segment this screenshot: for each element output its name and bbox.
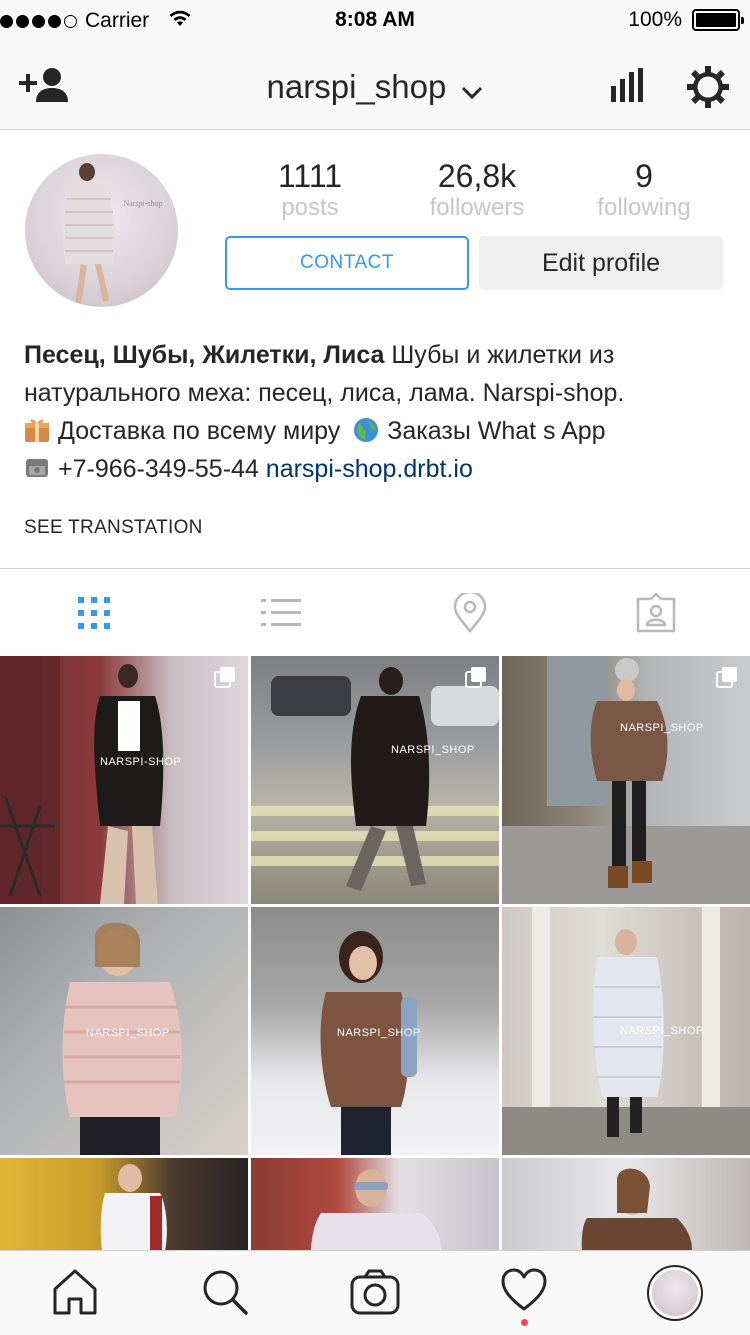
following-label: following xyxy=(597,194,691,221)
chevron-down-icon xyxy=(461,70,483,108)
profile-avatar[interactable]: Narspi-shop xyxy=(25,154,178,307)
photo-watermark: NARSPI_SHOP xyxy=(620,722,704,734)
photo-watermark: NARSPI_SHOP xyxy=(620,1025,704,1037)
telephone-icon xyxy=(24,454,50,480)
bottom-tab-bar xyxy=(0,1250,750,1335)
insights-icon[interactable] xyxy=(610,68,646,107)
posts-count[interactable]: 1111 posts xyxy=(240,158,380,222)
post-tile[interactable]: NARSPI-SHOP xyxy=(0,656,248,904)
bio-line-1: Песец, Шубы, Жилетки, Лиса Шубы и жилетк… xyxy=(24,336,724,374)
profile-tab-avatar[interactable] xyxy=(647,1265,703,1321)
status-right: 100% xyxy=(628,8,744,32)
home-icon[interactable] xyxy=(50,1267,100,1322)
profile-view-tabs xyxy=(0,568,750,656)
photo-watermark: NARSPI-SHOP xyxy=(100,756,182,768)
heart-icon[interactable] xyxy=(500,1267,548,1318)
posts-number: 1111 xyxy=(277,158,343,194)
username-title: narspi_shop xyxy=(266,68,447,105)
followers-number: 26,8k xyxy=(437,158,517,194)
bio-website-link[interactable]: narspi-shop.drbt.io xyxy=(266,455,473,483)
multiple-photos-icon xyxy=(716,666,738,693)
contact-button[interactable]: CONTACT xyxy=(225,236,469,290)
search-icon[interactable] xyxy=(200,1267,250,1322)
profile-bio: Песец, Шубы, Жилетки, Лиса Шубы и жилетк… xyxy=(24,336,724,488)
followers-label: followers xyxy=(429,194,525,221)
grid-view-icon[interactable] xyxy=(74,593,114,633)
status-bar: Carrier 8:08 AM 100% xyxy=(0,0,750,40)
see-translation-link[interactable]: SEE TRANSTATION xyxy=(24,517,203,539)
bio-line-4: +7-966-349-55-44 narspi-shop.drbt.io xyxy=(24,450,724,488)
notification-dot xyxy=(521,1319,528,1326)
post-tile[interactable] xyxy=(502,1158,750,1250)
profile-nav-bar: narspi_shop xyxy=(0,40,750,130)
following-count[interactable]: 9 following xyxy=(574,158,714,222)
list-view-icon[interactable] xyxy=(261,593,303,633)
photo-watermark: NARSPI_SHOP xyxy=(86,1027,170,1039)
battery-icon xyxy=(692,9,744,31)
bio-delivery: Доставка по всему миру xyxy=(58,417,341,445)
tagged-photos-icon[interactable] xyxy=(635,592,676,633)
photo-watermark: NARSPI_SHOP xyxy=(337,1027,421,1039)
camera-icon[interactable] xyxy=(349,1267,401,1322)
avatar-watermark: Narspi-shop xyxy=(123,199,162,208)
followers-count[interactable]: 26,8k followers xyxy=(407,158,547,222)
bio-text-1: Шубы и жилетки из xyxy=(384,341,615,369)
post-tile[interactable]: NARSPI_SHOP xyxy=(251,656,499,904)
settings-gear-icon[interactable] xyxy=(686,65,730,114)
post-tile[interactable]: NARSPI_SHOP xyxy=(251,907,499,1155)
multiple-photos-icon xyxy=(214,666,236,693)
photo-watermark: NARSPI_SHOP xyxy=(391,744,475,756)
gift-box-icon xyxy=(24,416,50,442)
bio-name: Песец, Шубы, Жилетки, Лиса xyxy=(24,341,385,369)
post-tile[interactable]: NARSPI_SHOP xyxy=(0,907,248,1155)
battery-percent: 100% xyxy=(628,8,682,31)
bio-phone: +7-966-349-55-44 xyxy=(58,455,259,483)
post-tile[interactable]: NARSPI_SHOP xyxy=(502,656,750,904)
edit-profile-button[interactable]: Edit profile xyxy=(479,236,723,290)
bio-orders: Заказы What s App xyxy=(387,417,606,445)
following-number: 9 xyxy=(635,158,653,194)
bio-line-3: Доставка по всему миру Заказы What s App xyxy=(24,412,724,450)
post-tile[interactable] xyxy=(0,1158,248,1250)
posts-label: posts xyxy=(281,194,339,221)
location-pin-icon[interactable] xyxy=(450,590,490,633)
post-tile[interactable] xyxy=(251,1158,499,1250)
bio-text-2: натурального меха: песец, лиса, лама. Na… xyxy=(24,379,625,407)
post-tile[interactable]: NARSPI_SHOP xyxy=(502,907,750,1155)
multiple-photos-icon xyxy=(465,666,487,693)
globe-icon xyxy=(353,416,379,442)
